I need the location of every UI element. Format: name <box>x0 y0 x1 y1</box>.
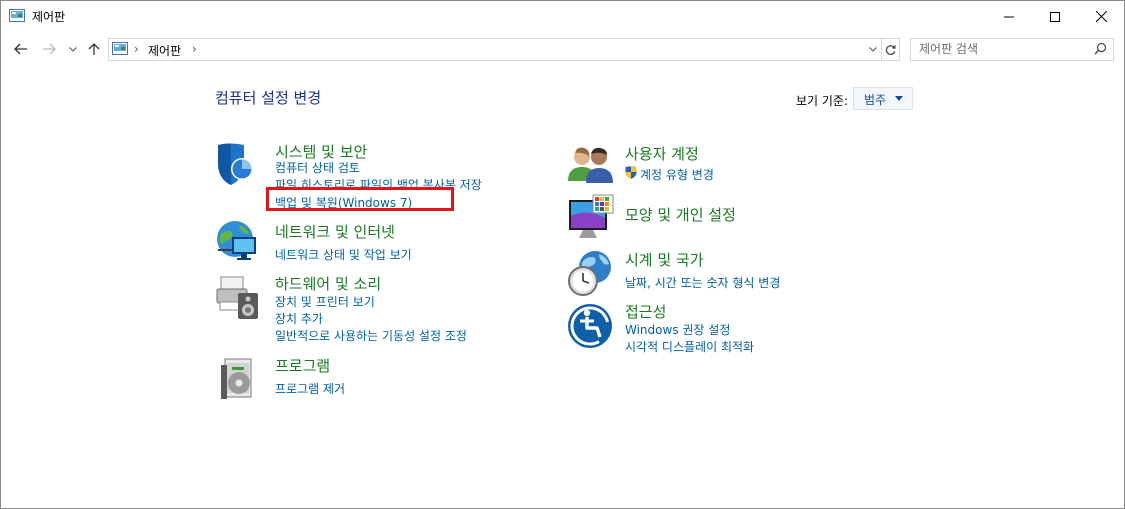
control-panel-icon <box>112 42 128 55</box>
category-user-accounts: 사용자 계정 계정 유형 변경 <box>567 141 867 189</box>
chevron-down-icon <box>69 46 77 52</box>
highlight-box <box>266 187 454 211</box>
control-panel-window: 제어판 › 제어판 › 제어판 검색 컴퓨터 설정 변경 보기 기준: 범주 시… <box>0 0 1125 509</box>
up-arrow-icon <box>88 42 100 55</box>
category-hardware-sound: 하드웨어 및 소리 장치 및 프린터 보기 장치 추가 일반적으로 사용하는 기… <box>215 273 515 345</box>
close-icon <box>1095 11 1107 22</box>
category-programs: 프로그램 프로그램 제거 <box>215 355 515 403</box>
search-box[interactable] <box>910 38 1114 61</box>
maximize-button[interactable] <box>1032 1 1078 32</box>
up-button[interactable] <box>85 38 103 60</box>
uac-shield-icon <box>625 166 637 179</box>
forward-button[interactable] <box>39 38 59 60</box>
link-date-time-format[interactable]: 날짜, 시간 또는 숫자 형식 변경 <box>625 274 780 291</box>
back-button[interactable] <box>11 38 31 60</box>
link-review-computer-status[interactable]: 컴퓨터 상태 검토 <box>275 159 360 176</box>
link-change-account-type[interactable]: 계정 유형 변경 <box>640 166 714 183</box>
link-network-status[interactable]: 네트워크 상태 및 작업 보기 <box>275 246 412 263</box>
clock-globe-icon <box>568 251 611 296</box>
category-title[interactable]: 시계 및 국가 <box>625 249 704 270</box>
back-arrow-icon <box>14 43 27 55</box>
minimize-button[interactable] <box>986 1 1032 32</box>
category-title[interactable]: 접근성 <box>625 301 666 322</box>
minimize-icon <box>1004 16 1014 17</box>
category-appearance-personalization: 모양 및 개인 설정 <box>567 194 867 244</box>
category-title[interactable]: 모양 및 개인 설정 <box>625 204 736 225</box>
shield-icon <box>218 143 253 185</box>
page-title: 컴퓨터 설정 변경 <box>215 89 322 107</box>
category-title[interactable]: 사용자 계정 <box>625 143 699 164</box>
control-panel-icon <box>9 9 25 22</box>
category-title[interactable]: 프로그램 <box>275 355 330 376</box>
category-ease-of-access: 접근성 Windows 권장 설정 시각적 디스플레이 최적화 <box>567 301 867 354</box>
accessibility-icon <box>568 304 612 348</box>
category-network-internet: 네트워크 및 인터넷 네트워크 상태 및 작업 보기 <box>215 219 515 267</box>
network-globe-icon <box>217 221 256 260</box>
maximize-icon <box>1050 11 1060 22</box>
link-mobility-settings[interactable]: 일반적으로 사용하는 기동성 설정 조정 <box>275 327 467 344</box>
breadcrumb-separator-icon[interactable]: › <box>134 42 139 56</box>
link-add-device[interactable]: 장치 추가 <box>275 310 323 327</box>
monitor-palette-icon <box>569 194 614 238</box>
address-bar[interactable]: › 제어판 › <box>108 38 882 61</box>
view-by-dropdown[interactable]: 범주 <box>853 87 913 110</box>
view-by-value: 범주 <box>864 93 887 107</box>
view-by-label: 보기 기준: <box>796 94 849 108</box>
printer-speaker-icon <box>216 276 258 319</box>
breadcrumb-control-panel[interactable]: 제어판 <box>148 42 181 59</box>
dropdown-arrow-icon <box>895 96 903 101</box>
breadcrumb-separator-icon[interactable]: › <box>192 42 197 56</box>
link-optimize-display[interactable]: 시각적 디스플레이 최적화 <box>625 338 754 355</box>
title-bar[interactable]: 제어판 <box>1 1 1124 32</box>
link-uninstall-program[interactable]: 프로그램 제거 <box>275 380 345 397</box>
link-recommended-settings[interactable]: Windows 권장 설정 <box>625 321 730 338</box>
chevron-down-icon[interactable] <box>869 47 877 52</box>
category-clock-region: 시계 및 국가 날짜, 시간 또는 숫자 형식 변경 <box>567 249 867 297</box>
forward-arrow-icon <box>43 43 56 55</box>
search-icon[interactable] <box>1094 42 1107 55</box>
category-title[interactable]: 하드웨어 및 소리 <box>275 273 381 294</box>
link-devices-printers[interactable]: 장치 및 프린터 보기 <box>275 293 375 310</box>
close-button[interactable] <box>1078 1 1124 32</box>
refresh-icon <box>885 44 896 55</box>
refresh-button[interactable] <box>881 38 900 61</box>
program-disc-icon <box>221 358 252 399</box>
category-title[interactable]: 네트워크 및 인터넷 <box>275 221 395 242</box>
window-title: 제어판 <box>32 10 66 24</box>
users-icon <box>568 147 613 183</box>
search-input[interactable] <box>919 41 1079 57</box>
recent-locations-button[interactable] <box>66 38 80 60</box>
